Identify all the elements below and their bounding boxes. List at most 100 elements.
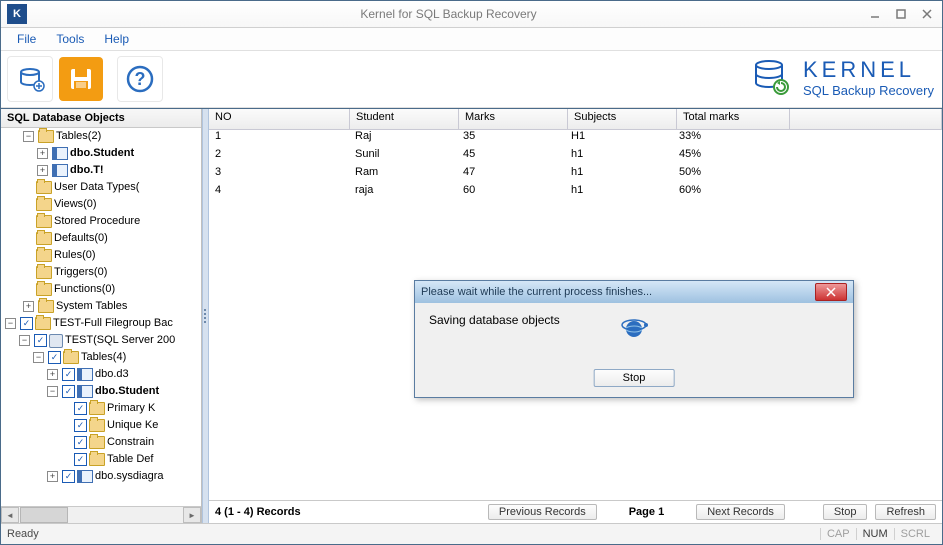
tree-node-sysdiagra[interactable]: +✓dbo.sysdiagra [47, 468, 201, 485]
close-icon [825, 287, 837, 297]
tree-node-triggers[interactable]: Triggers(0) [23, 264, 201, 281]
cell-subjects: h1 [565, 166, 673, 184]
menu-tools[interactable]: Tools [46, 30, 94, 48]
dialog-titlebar[interactable]: Please wait while the current process fi… [415, 281, 853, 303]
tree-node-rules[interactable]: Rules(0) [23, 247, 201, 264]
grid-header: NO Student Marks Subjects Total marks [209, 109, 942, 130]
table-row[interactable]: 4raja60h160% [209, 184, 942, 202]
col-total[interactable]: Total marks [677, 109, 790, 129]
cell-subjects: H1 [565, 130, 673, 148]
tree-node-views[interactable]: Views(0) [23, 196, 201, 213]
scroll-left-icon[interactable]: ◄ [1, 507, 19, 523]
tree-node-test-server[interactable]: −✓TEST(SQL Server 200 [19, 332, 201, 349]
tree-node-tables[interactable]: −Tables(2) [23, 128, 201, 145]
toolbar: ? KERNEL SQL Backup Recovery [1, 51, 942, 108]
tree-node-table-def[interactable]: ✓Table Def [61, 451, 201, 468]
cell-marks: 35 [457, 130, 565, 148]
object-tree[interactable]: −Tables(2) +dbo.Student +dbo.T! User Dat… [1, 128, 201, 506]
table-row[interactable]: 2Sunil45h145% [209, 148, 942, 166]
minimize-button[interactable] [864, 5, 886, 23]
cell-no: 4 [209, 184, 349, 202]
cell-total: 60% [673, 184, 785, 202]
help-icon: ? [125, 64, 155, 94]
cell-subjects: h1 [565, 148, 673, 166]
status-num: NUM [856, 528, 894, 540]
col-subjects[interactable]: Subjects [568, 109, 677, 129]
table-row[interactable]: 3Ram47h150% [209, 166, 942, 184]
tree-h-scrollbar[interactable]: ◄ ► [1, 506, 201, 523]
tree-node-unique-key[interactable]: ✓Unique Ke [61, 417, 201, 434]
tree-node-dbo-student-2[interactable]: −✓dbo.Student [47, 383, 201, 400]
cell-student: raja [349, 184, 457, 202]
tree-node-stored-procs[interactable]: Stored Procedure [23, 213, 201, 230]
tree-node-constraint[interactable]: ✓Constrain [61, 434, 201, 451]
col-no[interactable]: NO [209, 109, 350, 129]
col-student[interactable]: Student [350, 109, 459, 129]
cell-no: 3 [209, 166, 349, 184]
tree-node-udt[interactable]: User Data Types( [23, 179, 201, 196]
status-scrl: SCRL [894, 528, 936, 540]
save-icon [67, 65, 95, 93]
dialog-message: Saving database objects [429, 313, 560, 327]
cell-total: 33% [673, 130, 785, 148]
window-title: Kernel for SQL Backup Recovery [33, 7, 864, 21]
cell-marks: 60 [457, 184, 565, 202]
save-button[interactable] [59, 57, 103, 101]
menu-file[interactable]: File [7, 30, 46, 48]
cell-student: Raj [349, 130, 457, 148]
next-records-button[interactable]: Next Records [696, 504, 785, 520]
svg-text:?: ? [135, 69, 146, 89]
tree-node-dbo-d3[interactable]: +✓dbo.d3 [47, 366, 201, 383]
cell-no: 1 [209, 130, 349, 148]
refresh-button[interactable]: Refresh [875, 504, 936, 520]
tree-node-system-tables[interactable]: +System Tables [23, 298, 201, 315]
tree-node-dbo-t1[interactable]: +dbo.T! [37, 162, 201, 179]
tree-node-defaults[interactable]: Defaults(0) [23, 230, 201, 247]
page-indicator: Page 1 [629, 506, 664, 518]
tree-title: SQL Database Objects [1, 109, 201, 128]
col-marks[interactable]: Marks [459, 109, 568, 129]
status-bar: Ready CAP NUM SCRL [1, 523, 942, 544]
footer-stop-button[interactable]: Stop [823, 504, 868, 520]
progress-dialog: Please wait while the current process fi… [414, 280, 854, 398]
cell-subjects: h1 [565, 184, 673, 202]
database-recovery-icon [751, 55, 795, 99]
cell-student: Sunil [349, 148, 457, 166]
grid-footer: 4 (1 - 4) Records Previous Records Page … [209, 500, 942, 523]
close-button[interactable] [916, 5, 938, 23]
titlebar: K Kernel for SQL Backup Recovery [1, 1, 942, 28]
brand-logo: KERNEL SQL Backup Recovery [751, 55, 934, 99]
menu-help[interactable]: Help [94, 30, 139, 48]
brand-name: KERNEL [803, 57, 934, 83]
cell-total: 45% [673, 148, 785, 166]
cell-marks: 45 [457, 148, 565, 166]
database-add-icon [15, 64, 45, 94]
record-count: 4 (1 - 4) Records [215, 506, 465, 518]
scroll-thumb[interactable] [20, 507, 68, 523]
dialog-title: Please wait while the current process fi… [421, 286, 652, 298]
splitter[interactable] [202, 109, 209, 523]
status-ready: Ready [7, 528, 39, 540]
add-database-button[interactable] [7, 56, 53, 102]
cell-total: 50% [673, 166, 785, 184]
dialog-stop-button[interactable]: Stop [594, 369, 675, 387]
globe-spinner-icon [620, 313, 648, 341]
tree-node-dbo-student[interactable]: +dbo.Student [37, 145, 201, 162]
tree-node-tables4[interactable]: −✓Tables(4) [33, 349, 201, 366]
status-cap: CAP [820, 528, 856, 540]
help-button[interactable]: ? [117, 56, 163, 102]
tree-node-test-full[interactable]: −✓TEST-Full Filegroup Bac [5, 315, 201, 332]
dialog-close-button[interactable] [815, 283, 847, 301]
cell-student: Ram [349, 166, 457, 184]
col-blank [790, 109, 942, 129]
cell-no: 2 [209, 148, 349, 166]
tree-node-primary-key[interactable]: ✓Primary K [61, 400, 201, 417]
maximize-button[interactable] [890, 5, 912, 23]
previous-records-button[interactable]: Previous Records [488, 504, 597, 520]
tree-node-functions[interactable]: Functions(0) [23, 281, 201, 298]
scroll-right-icon[interactable]: ► [183, 507, 201, 523]
table-row[interactable]: 1Raj35H133% [209, 130, 942, 148]
brand-subtitle: SQL Backup Recovery [803, 83, 934, 98]
menubar: File Tools Help [1, 28, 942, 51]
app-icon: K [7, 4, 27, 24]
